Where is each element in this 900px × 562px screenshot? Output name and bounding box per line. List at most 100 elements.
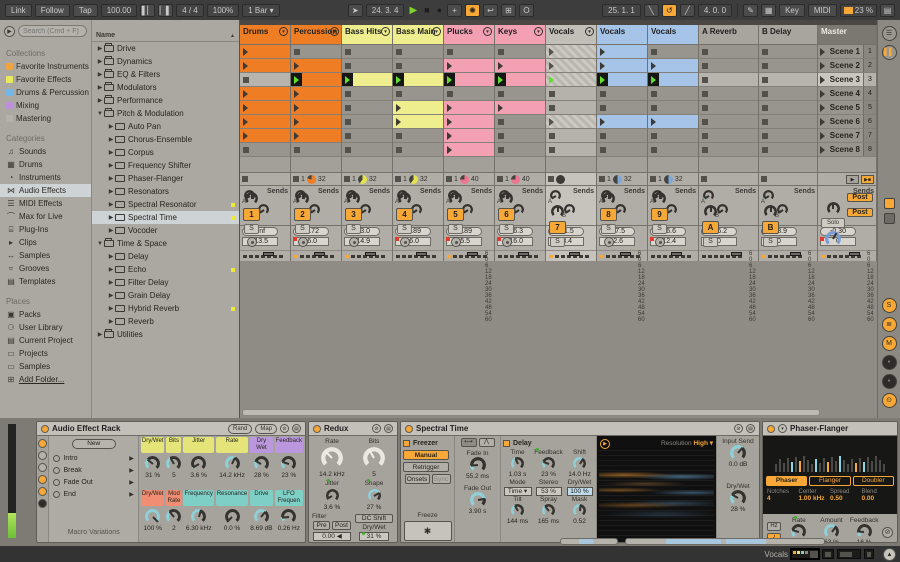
xfade-envelope-icon[interactable]: ⋀ bbox=[478, 438, 495, 447]
delay-mask-knob[interactable] bbox=[573, 504, 586, 517]
show-sends-toggle[interactable]: S bbox=[881, 298, 897, 313]
tree-item-modulators[interactable]: ▶ Modulators bbox=[92, 81, 239, 94]
clip[interactable] bbox=[648, 59, 698, 73]
sidebar-item-samples[interactable]: ↔ Samples bbox=[0, 249, 91, 262]
clip[interactable] bbox=[495, 101, 545, 115]
macro-knob[interactable] bbox=[281, 456, 297, 471]
clip-launch-button[interactable] bbox=[291, 87, 302, 100]
tree-item-spectral-time[interactable]: ▶ Spectral Time bbox=[92, 211, 239, 224]
freeze-sync-button[interactable]: Sync bbox=[431, 474, 451, 484]
clip-slot[interactable] bbox=[342, 129, 392, 143]
automation-arm-icon[interactable]: ✺ bbox=[465, 3, 481, 17]
return-slot[interactable] bbox=[759, 101, 817, 115]
track-fold-icon[interactable]: ▾ bbox=[330, 27, 339, 36]
redux-filter-pre-button[interactable]: Pre bbox=[313, 521, 330, 530]
clip-launch-button[interactable] bbox=[291, 59, 302, 72]
clip[interactable] bbox=[240, 115, 290, 129]
pan-knob[interactable] bbox=[296, 192, 309, 205]
clip-slot[interactable] bbox=[393, 59, 443, 73]
clip-launch-button[interactable] bbox=[648, 73, 659, 86]
sidebar-item-drums[interactable]: ▦ Drums bbox=[0, 158, 91, 171]
fader-handle[interactable] bbox=[569, 252, 580, 256]
expand-icon[interactable]: ▶ bbox=[96, 58, 104, 65]
clip-launch-button[interactable] bbox=[393, 115, 404, 128]
clip-slot[interactable] bbox=[393, 87, 443, 101]
macro-knob[interactable] bbox=[224, 509, 240, 524]
clip-launch-button[interactable] bbox=[393, 73, 404, 86]
clip[interactable] bbox=[495, 73, 545, 87]
param-value[interactable]: 0.50 bbox=[830, 495, 862, 502]
return-slot[interactable] bbox=[699, 45, 758, 59]
arm-button[interactable] bbox=[246, 237, 257, 247]
sidebar-item-user-library[interactable]: ⚆ User Library bbox=[0, 321, 91, 334]
clip-launch-button[interactable] bbox=[240, 101, 251, 114]
clip-launch-button[interactable] bbox=[444, 115, 455, 128]
sidebar-item-current-project[interactable]: ▤ Current Project bbox=[0, 334, 91, 347]
param-value[interactable]: 0.00 bbox=[862, 495, 894, 502]
sidebar-item-projects[interactable]: ▭ Projects bbox=[0, 347, 91, 360]
macro-value[interactable]: 0.26 Hz bbox=[278, 525, 300, 533]
solo-button[interactable]: S bbox=[703, 237, 718, 247]
solo-button[interactable]: S bbox=[295, 224, 310, 234]
clip-slot[interactable] bbox=[342, 45, 392, 59]
track-stop-button[interactable] bbox=[293, 176, 299, 182]
groove-amount-field[interactable]: 100% bbox=[206, 3, 240, 17]
tree-item-grain-delay[interactable]: ▶ Grain Delay bbox=[92, 289, 239, 302]
rack-rand-button[interactable]: Rand bbox=[227, 423, 253, 434]
clip[interactable] bbox=[393, 73, 443, 87]
fader-handle[interactable] bbox=[365, 252, 376, 256]
punch-in-icon[interactable]: ╲ bbox=[643, 3, 659, 17]
clip-launch-button[interactable] bbox=[240, 59, 251, 72]
clip-slot[interactable] bbox=[495, 87, 545, 101]
solo-button[interactable]: S bbox=[499, 224, 514, 234]
variation-camera-icon[interactable] bbox=[53, 478, 61, 486]
save-preset-icon[interactable]: ▤ bbox=[746, 424, 755, 433]
scene-row[interactable]: Scene 22 bbox=[818, 59, 876, 73]
expand-icon[interactable]: ▶ bbox=[107, 292, 115, 299]
fader-handle[interactable] bbox=[671, 252, 682, 256]
track-activator-button[interactable]: 2 bbox=[294, 208, 311, 221]
track-stop-button[interactable] bbox=[650, 176, 656, 182]
param-value[interactable]: 1.00 kHz bbox=[799, 495, 831, 502]
delay-stereo-field[interactable]: 53 % bbox=[535, 487, 562, 496]
macro-value[interactable]: 28 % bbox=[254, 472, 269, 480]
clip-slot[interactable] bbox=[393, 143, 443, 157]
clip[interactable] bbox=[648, 115, 698, 129]
solo-button[interactable]: S bbox=[763, 237, 778, 247]
scene-row[interactable]: Scene 66 bbox=[818, 115, 876, 129]
clip-slot[interactable] bbox=[648, 87, 698, 101]
clip-slot[interactable] bbox=[291, 45, 341, 59]
clip[interactable] bbox=[240, 87, 290, 101]
clip[interactable] bbox=[444, 59, 494, 73]
tree-item-spectral-resonator[interactable]: ▶ Spectral Resonator bbox=[92, 198, 239, 211]
clip-slot[interactable] bbox=[648, 143, 698, 157]
return-slot[interactable] bbox=[759, 143, 817, 157]
scene-row[interactable]: Scene 11 bbox=[818, 45, 876, 59]
delay-time-knob[interactable] bbox=[511, 457, 524, 470]
redux-filter-freq-field[interactable]: 0.00 ◀ bbox=[313, 532, 351, 541]
add-macro-icon[interactable] bbox=[38, 451, 48, 460]
variation-camera-icon[interactable] bbox=[53, 454, 61, 462]
scene-row[interactable]: Scene 88 bbox=[818, 143, 876, 157]
spectrogram-play-icon[interactable]: ▶ bbox=[600, 439, 610, 449]
track-fold-icon[interactable]: ▾ bbox=[585, 27, 594, 36]
variation-camera-icon[interactable] bbox=[53, 466, 61, 474]
show-devices-icon[interactable] bbox=[38, 499, 48, 508]
track-header[interactable]: Vocals bbox=[648, 25, 698, 45]
track-stop-button[interactable] bbox=[701, 176, 707, 182]
fader-handle[interactable] bbox=[731, 252, 742, 256]
clip[interactable] bbox=[393, 115, 443, 129]
track-activator-button[interactable]: B bbox=[762, 221, 779, 234]
clip-launch-button[interactable] bbox=[495, 59, 506, 72]
track-activator-button[interactable]: 4 bbox=[396, 208, 413, 221]
tree-item-time-space[interactable]: ▼ Time & Space bbox=[92, 237, 239, 250]
macro-knob[interactable] bbox=[191, 456, 207, 471]
variation-camera-icon[interactable] bbox=[53, 490, 61, 498]
pan-knob[interactable] bbox=[704, 205, 717, 218]
param-value[interactable]: 4 bbox=[767, 495, 799, 502]
scene-row[interactable]: Scene 33 bbox=[818, 73, 876, 87]
fader-handle[interactable] bbox=[263, 252, 274, 256]
clip[interactable] bbox=[240, 59, 290, 73]
macro-knob[interactable] bbox=[166, 456, 182, 471]
track-header[interactable]: Vocals bbox=[597, 25, 647, 45]
